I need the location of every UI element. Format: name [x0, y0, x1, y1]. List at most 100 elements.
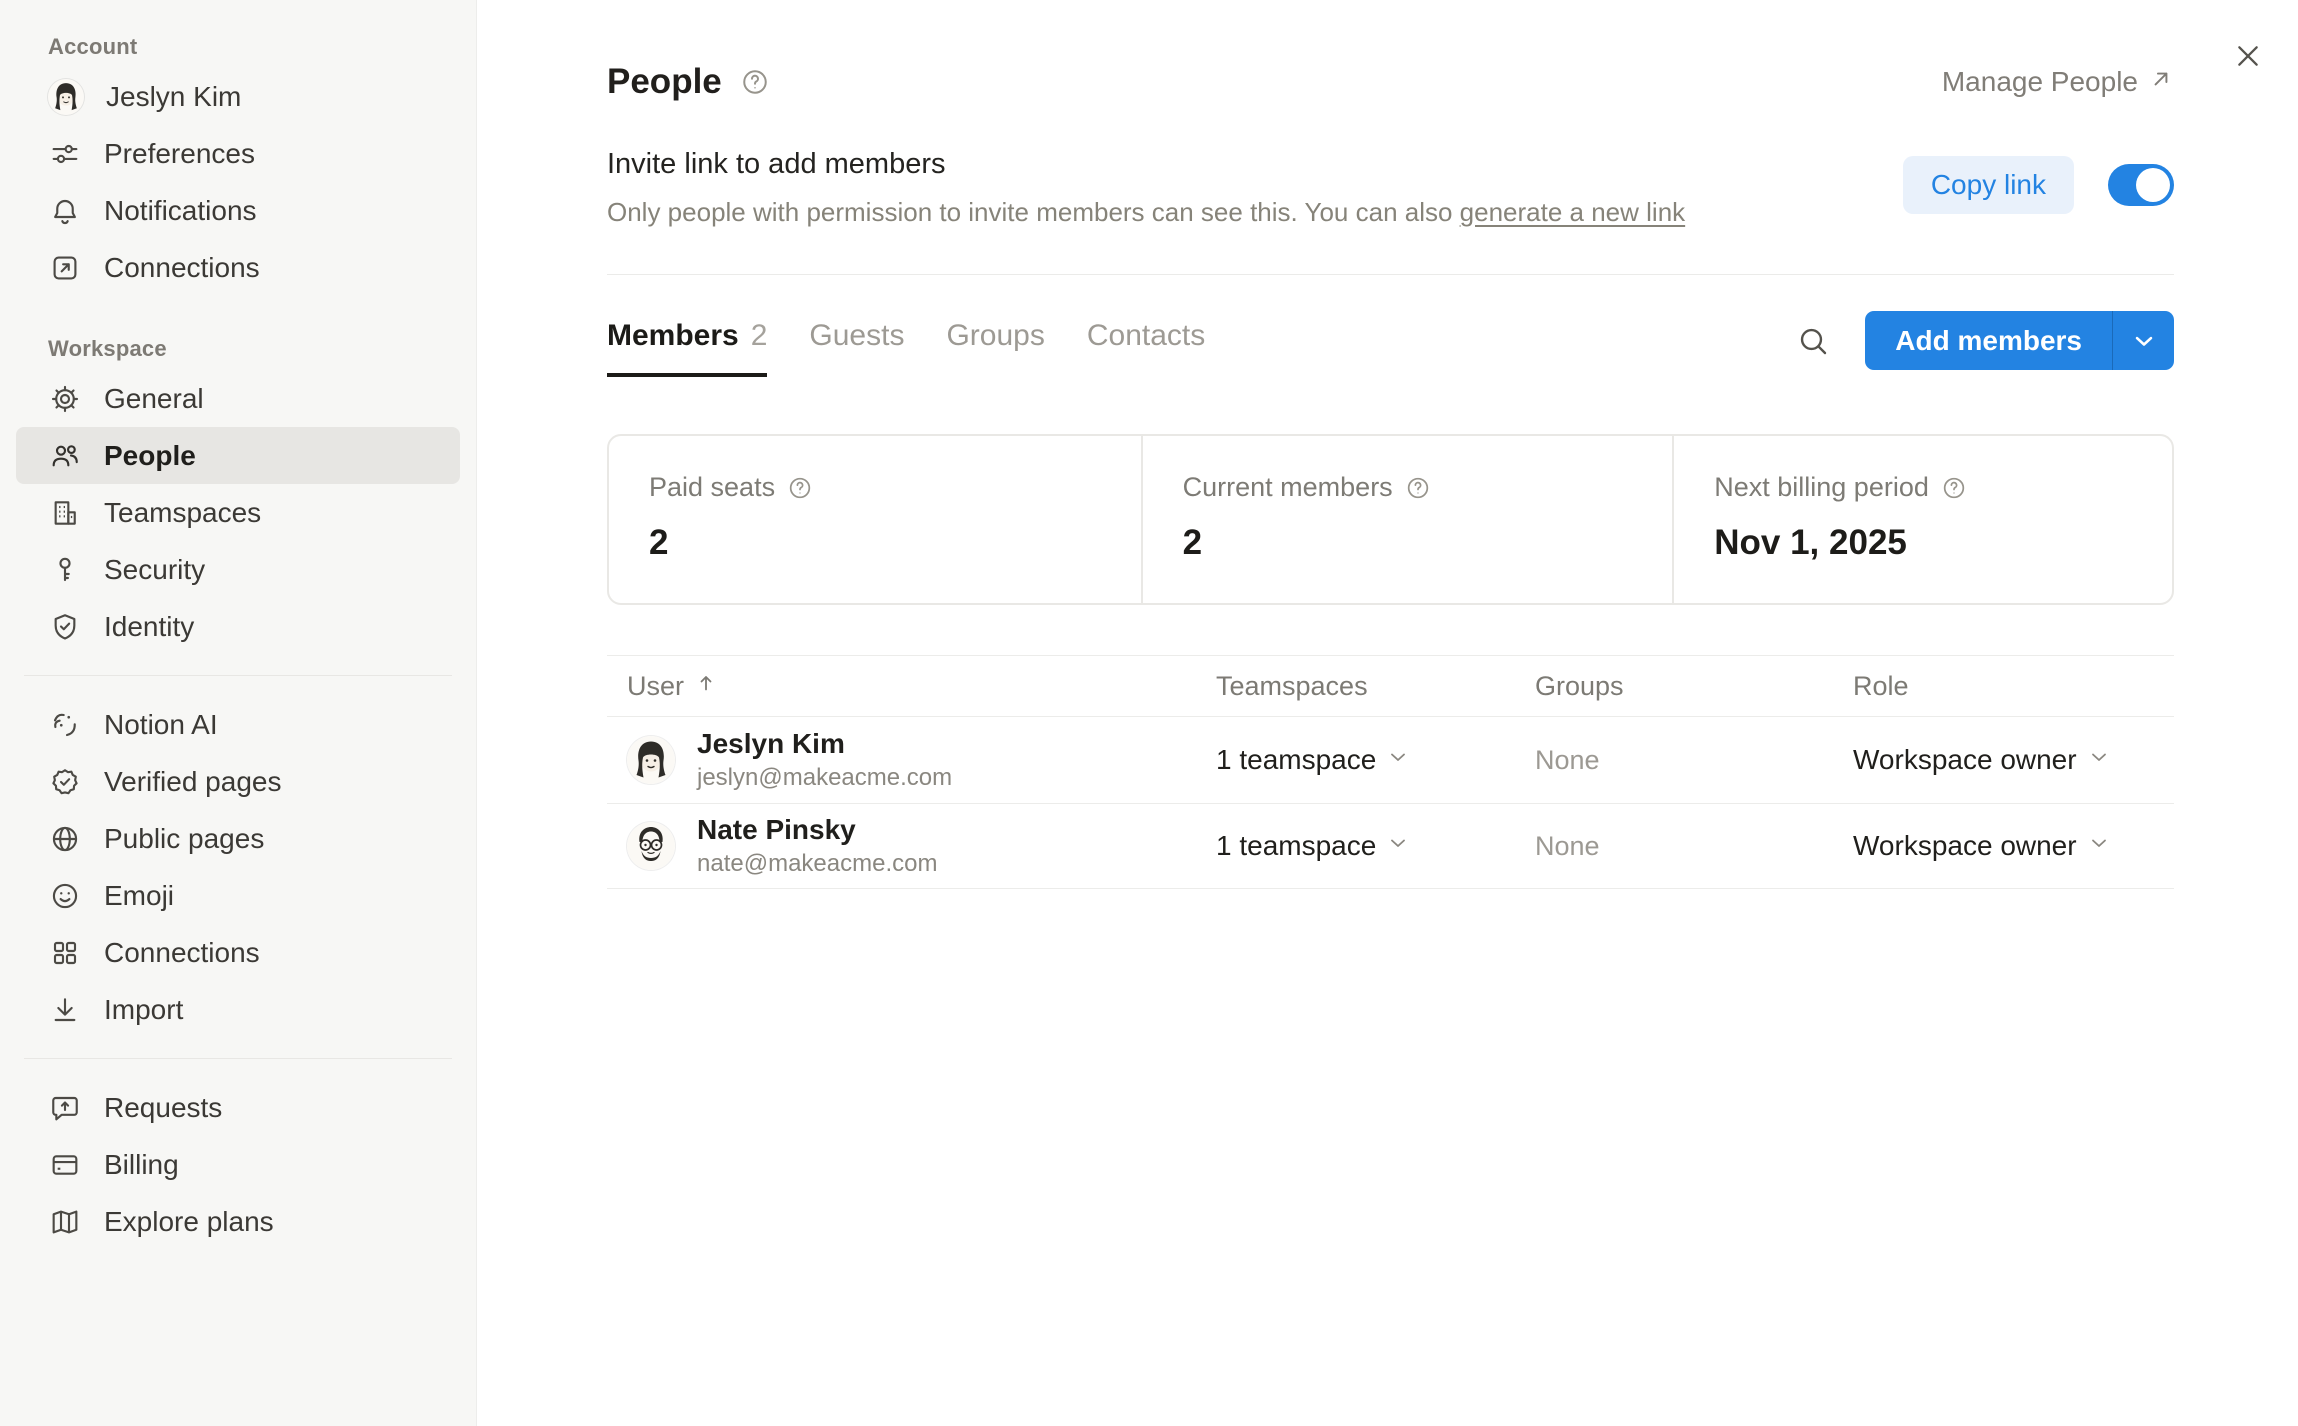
table-header-row: User Teamspaces Groups Role [607, 655, 2174, 717]
help-circle-icon[interactable] [1405, 475, 1431, 501]
sidebar-item-label: Verified pages [104, 766, 281, 798]
stat-value: 2 [649, 523, 1101, 563]
tab-label: Contacts [1087, 319, 1205, 353]
chevron-down-icon [2087, 830, 2111, 862]
sidebar-item-notion-ai[interactable]: Notion AI [16, 696, 460, 753]
chevron-down-icon [2087, 744, 2111, 776]
column-label: Groups [1535, 671, 1624, 702]
globe-icon [48, 822, 82, 856]
chevron-down-icon [1386, 744, 1410, 776]
stat-label: Current members [1183, 472, 1393, 503]
sidebar-item-account-profile[interactable]: Jeslyn Kim [16, 68, 460, 125]
user-email: nate@makeacme.com [697, 850, 937, 878]
section-label-account: Account [48, 34, 428, 60]
invite-description-text: Only people with permission to invite me… [607, 197, 1460, 227]
tab-guests[interactable]: Guests [809, 319, 904, 377]
sidebar-item-security[interactable]: Security [16, 541, 460, 598]
sidebar-item-emoji[interactable]: Emoji [16, 867, 460, 924]
sidebar-item-preferences[interactable]: Preferences [16, 125, 460, 182]
teamspaces-dropdown[interactable]: 1 teamspace [1216, 830, 1535, 862]
manage-people-link[interactable]: Manage People [1942, 66, 2174, 99]
role-dropdown[interactable]: Workspace owner [1853, 744, 2174, 776]
gear-icon [48, 382, 82, 416]
search-icon[interactable] [1791, 319, 1835, 363]
sidebar-item-people[interactable]: People [16, 427, 460, 484]
sidebar-item-label: General [104, 383, 204, 415]
teamspaces-dropdown[interactable]: 1 teamspace [1216, 744, 1535, 776]
sidebar-item-teamspaces[interactable]: Teamspaces [16, 484, 460, 541]
groups-value: None [1535, 831, 1853, 862]
column-label: User [627, 671, 684, 702]
help-circle-icon[interactable] [787, 475, 813, 501]
settings-modal: Account Jeslyn Kim Preferences Notificat… [0, 0, 2298, 1426]
import-icon [48, 993, 82, 1027]
stat-label: Paid seats [649, 472, 775, 503]
sidebar-item-billing[interactable]: Billing [16, 1136, 460, 1193]
sidebar-item-notifications[interactable]: Notifications [16, 182, 460, 239]
add-members-button[interactable]: Add members [1865, 311, 2174, 370]
help-circle-icon[interactable] [740, 67, 770, 97]
sidebar-item-label: Connections [104, 252, 260, 284]
tab-members[interactable]: Members 2 [607, 319, 767, 377]
sidebar-item-label: Import [104, 994, 183, 1026]
sidebar-item-label: Teamspaces [104, 497, 261, 529]
sidebar-item-label: Emoji [104, 880, 174, 912]
column-header-groups[interactable]: Groups [1535, 671, 1853, 702]
external-link-icon [48, 251, 82, 285]
tab-contacts[interactable]: Contacts [1087, 319, 1205, 377]
groups-value: None [1535, 745, 1853, 776]
sidebar-item-connections-workspace[interactable]: Connections [16, 924, 460, 981]
sidebar-item-public-pages[interactable]: Public pages [16, 810, 460, 867]
user-cell: Jeslyn Kim jeslyn@makeacme.com [607, 728, 1216, 791]
copy-link-button[interactable]: Copy link [1903, 156, 2074, 214]
sidebar-divider [24, 675, 452, 676]
sidebar-item-general[interactable]: General [16, 370, 460, 427]
sidebar-item-identity[interactable]: Identity [16, 598, 460, 655]
avatar [627, 822, 675, 870]
column-header-user[interactable]: User [607, 671, 1216, 702]
sidebar-item-connections-account[interactable]: Connections [16, 239, 460, 296]
generate-new-link[interactable]: generate a new link [1460, 197, 1685, 227]
ai-face-icon [48, 708, 82, 742]
role-value: Workspace owner [1853, 830, 2077, 862]
sidebar-item-label: Identity [104, 611, 194, 643]
column-header-role[interactable]: Role [1853, 671, 2174, 702]
toggle-knob [2136, 168, 2170, 202]
chevron-down-icon[interactable] [2112, 311, 2174, 370]
sidebar-item-verified-pages[interactable]: Verified pages [16, 753, 460, 810]
members-table: User Teamspaces Groups Role Jeslyn Kim j… [607, 655, 2174, 889]
sidebar-item-label: Notifications [104, 195, 257, 227]
sidebar-item-label: Preferences [104, 138, 255, 170]
bell-icon [48, 194, 82, 228]
sidebar-item-explore-plans[interactable]: Explore plans [16, 1193, 460, 1250]
teamspaces-value: 1 teamspace [1216, 744, 1376, 776]
stat-value: Nov 1, 2025 [1714, 523, 2132, 563]
help-circle-icon[interactable] [1941, 475, 1967, 501]
table-row: Jeslyn Kim jeslyn@makeacme.com 1 teamspa… [607, 717, 2174, 803]
stat-label: Next billing period [1714, 472, 1929, 503]
stat-value: 2 [1183, 523, 1633, 563]
sidebar-item-label: Security [104, 554, 205, 586]
people-icon [48, 439, 82, 473]
column-header-teamspaces[interactable]: Teamspaces [1216, 671, 1535, 702]
close-icon[interactable] [2226, 34, 2270, 78]
sidebar-item-requests[interactable]: Requests [16, 1079, 460, 1136]
tab-groups[interactable]: Groups [946, 319, 1044, 377]
arrow-up-icon [694, 671, 718, 702]
sidebar-item-label: Explore plans [104, 1206, 274, 1238]
chat-up-icon [48, 1091, 82, 1125]
sidebar-item-label: People [104, 440, 196, 472]
building-icon [48, 496, 82, 530]
billing-stats-cards: Paid seats 2 Current members 2 Next bill… [607, 434, 2174, 605]
section-divider [607, 274, 2174, 275]
page-title: People [607, 62, 722, 102]
smiley-icon [48, 879, 82, 913]
tab-label: Members [607, 319, 739, 353]
tab-members-count: 2 [751, 319, 768, 353]
badge-check-icon [48, 765, 82, 799]
sidebar-item-label: Notion AI [104, 709, 218, 741]
settings-sidebar: Account Jeslyn Kim Preferences Notificat… [0, 0, 477, 1426]
role-dropdown[interactable]: Workspace owner [1853, 830, 2174, 862]
sidebar-item-import[interactable]: Import [16, 981, 460, 1038]
invite-link-toggle[interactable] [2108, 164, 2174, 206]
